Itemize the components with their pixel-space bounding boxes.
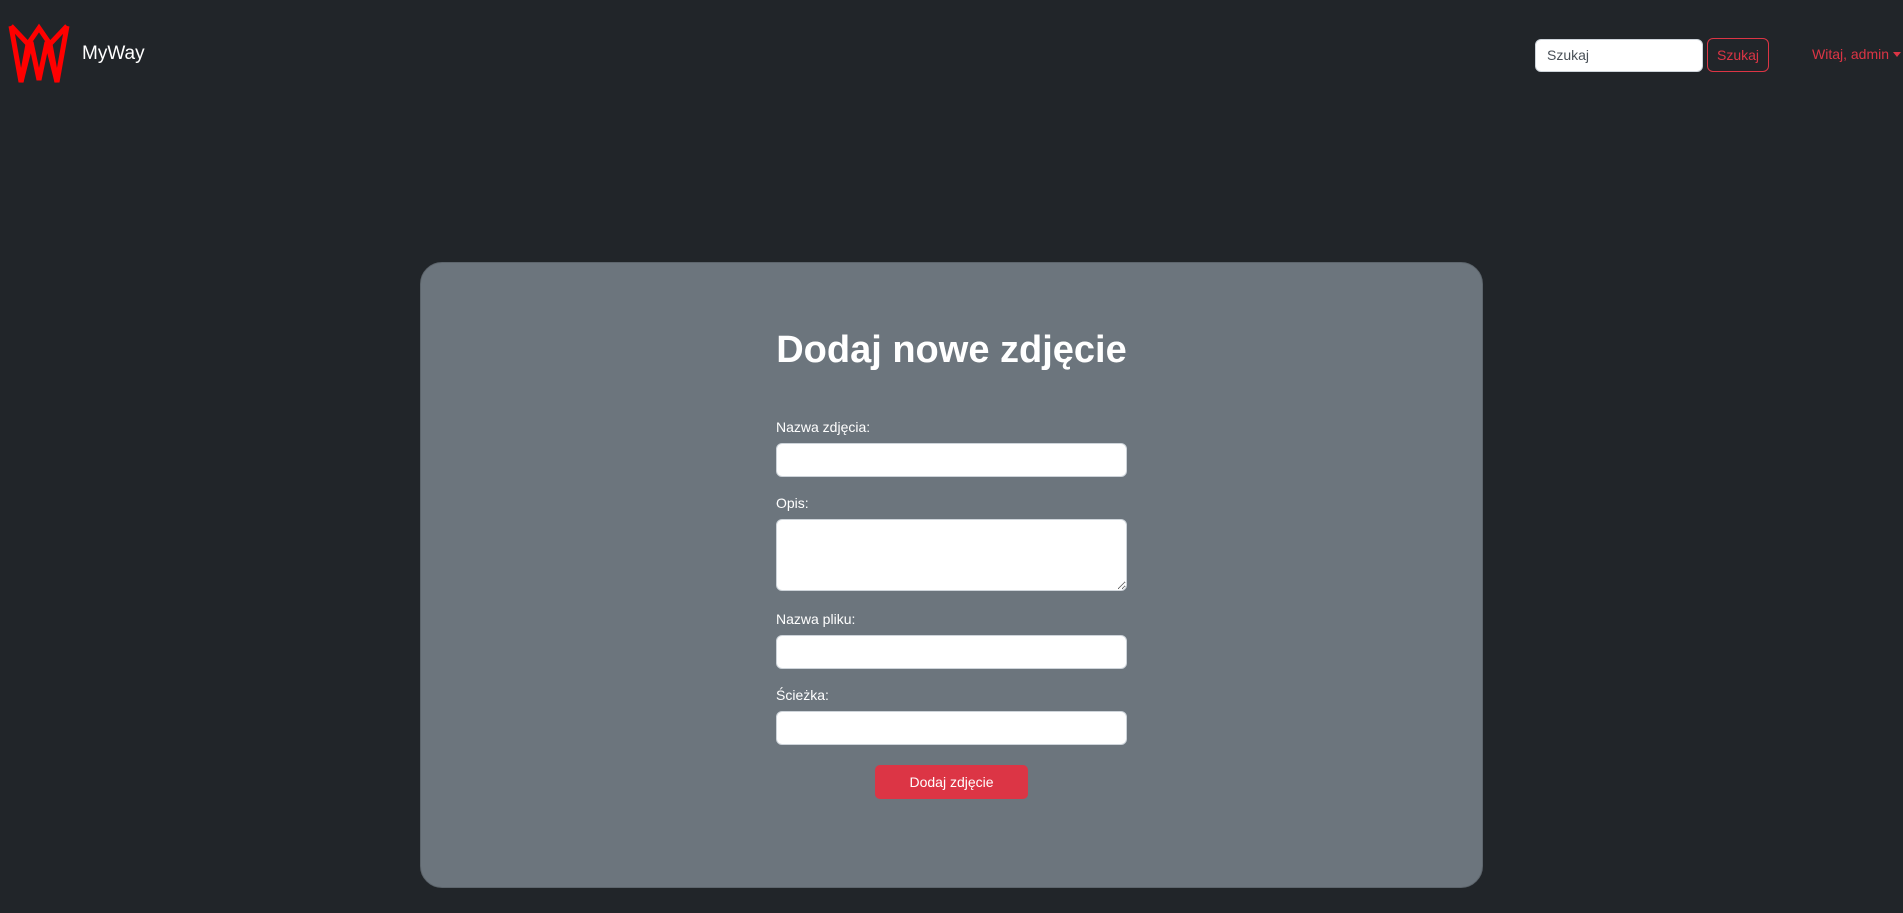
navbar: MyWay Szukaj Witaj, admin <box>0 0 1903 112</box>
description-label: Opis: <box>776 495 809 511</box>
add-photo-form: Nazwa zdjęcia: Opis: Nazwa pliku: Ścieżk… <box>776 417 1127 799</box>
search-form: Szukaj <box>1535 38 1769 72</box>
add-photo-button[interactable]: Dodaj zdjęcie <box>875 765 1028 799</box>
photo-name-group: Nazwa zdjęcia: <box>776 417 1127 477</box>
user-menu-dropdown[interactable]: Witaj, admin <box>1812 46 1902 62</box>
user-menu-label: Witaj, admin <box>1812 46 1890 62</box>
page: MyWay Szukaj Witaj, admin Dodaj nowe zdj… <box>0 0 1903 913</box>
path-label: Ścieżka: <box>776 687 829 703</box>
search-input[interactable] <box>1535 38 1703 72</box>
myway-logo-icon <box>8 22 70 86</box>
search-button[interactable]: Szukaj <box>1707 38 1769 72</box>
page-title: Dodaj nowe zdjęcie <box>776 329 1127 371</box>
photo-name-label: Nazwa zdjęcia: <box>776 419 871 435</box>
description-textarea[interactable] <box>776 519 1127 591</box>
caret-down-icon <box>1893 52 1902 57</box>
brand-link[interactable]: MyWay <box>8 22 145 86</box>
file-name-group: Nazwa pliku: <box>776 609 1127 669</box>
description-group: Opis: <box>776 493 1127 591</box>
photo-name-input[interactable] <box>776 443 1127 477</box>
brand-name: MyWay <box>82 43 145 64</box>
add-photo-card: Dodaj nowe zdjęcie Nazwa zdjęcia: Opis: … <box>420 262 1483 888</box>
file-name-label: Nazwa pliku: <box>776 611 856 627</box>
submit-wrap: Dodaj zdjęcie <box>776 765 1127 799</box>
path-group: Ścieżka: <box>776 685 1127 745</box>
path-input[interactable] <box>776 711 1127 745</box>
file-name-input[interactable] <box>776 635 1127 669</box>
